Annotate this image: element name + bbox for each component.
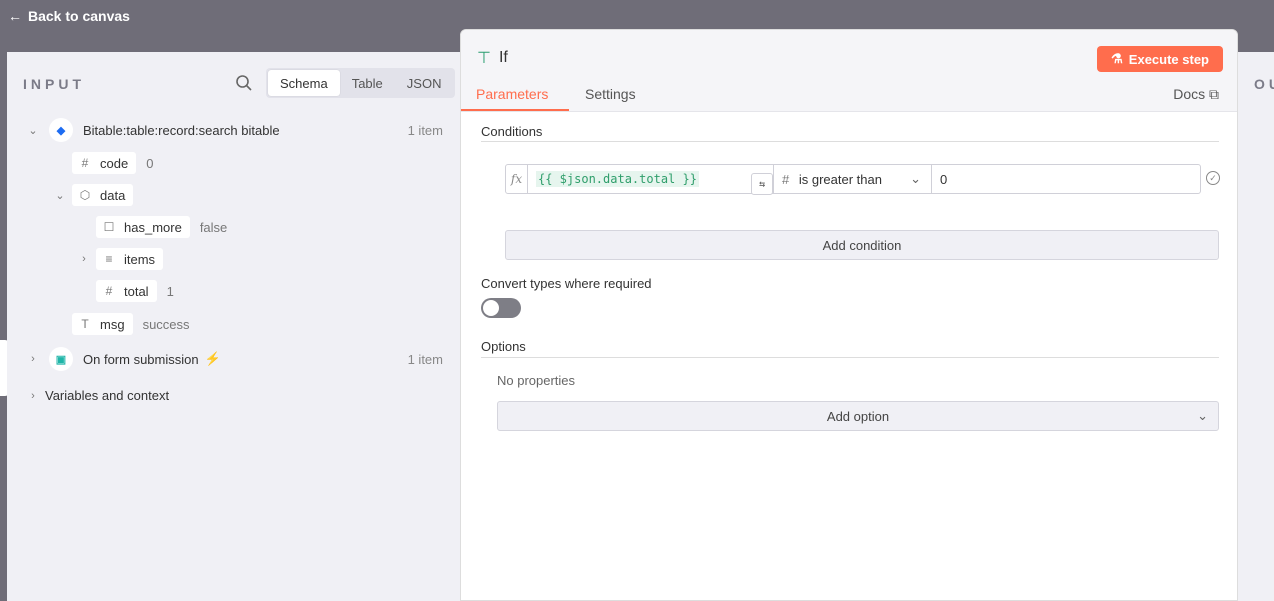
check-circle-icon[interactable]: ✓ xyxy=(1206,171,1220,185)
view-tab-json[interactable]: JSON xyxy=(395,70,454,96)
field-pill[interactable]: # code xyxy=(72,152,137,174)
number-type-icon: # xyxy=(81,156,89,170)
options-label: Options xyxy=(481,339,526,354)
arrow-left-icon: ← xyxy=(8,8,22,24)
operator-label: is greater than xyxy=(798,171,882,187)
field-value: false xyxy=(199,219,228,235)
object-type-icon: ⬡ xyxy=(79,188,91,202)
expression-text: {{ $json.data.total }} xyxy=(536,171,699,187)
conditions-label: Conditions xyxy=(481,124,543,139)
field-pill[interactable]: ≡ items xyxy=(96,248,164,270)
docs-label: Docs xyxy=(1173,86,1206,102)
input-header: INPUT Schema Table JSON xyxy=(7,52,460,112)
chevron-right-icon[interactable]: › xyxy=(27,353,39,365)
back-label: Back to canvas xyxy=(28,8,130,24)
item-count: 1 item xyxy=(407,122,443,138)
left-value-input[interactable]: {{ $json.data.total }} ⇆ xyxy=(528,165,774,195)
input-title: INPUT xyxy=(23,76,85,92)
tree-node-form-submission[interactable]: › ▣ On form submission ⚡ 1 item xyxy=(27,347,443,371)
tree-field-total[interactable]: # total 1 xyxy=(96,280,174,302)
string-type-icon: T xyxy=(81,317,89,331)
bitable-node-icon: ◆ xyxy=(49,118,73,142)
node-title-text: If xyxy=(498,49,508,66)
add-option-dropdown[interactable]: Add option ⌄ xyxy=(497,401,1219,431)
signpost-icon: ⊤ xyxy=(477,50,491,67)
node-label: On form submission xyxy=(83,351,199,367)
form-node-icon: ▣ xyxy=(49,347,73,371)
execute-step-button[interactable]: ⚗ Execute step xyxy=(1097,46,1223,72)
tab-settings[interactable]: Settings xyxy=(585,86,636,102)
node-settings-panel: ⊤ If ⚗ Execute step Parameters Settings … xyxy=(460,29,1238,601)
active-tab-indicator xyxy=(461,109,569,111)
field-pill[interactable]: # total xyxy=(96,280,157,302)
field-pill[interactable]: T msg xyxy=(72,313,133,335)
chevron-down-icon: ⌄ xyxy=(1197,408,1208,423)
add-condition-button[interactable]: Add condition xyxy=(505,230,1219,260)
array-type-icon: ≡ xyxy=(105,252,113,266)
field-value: success xyxy=(142,316,190,332)
field-key: data xyxy=(100,187,126,203)
chevron-down-icon[interactable]: ⌄ xyxy=(54,189,66,202)
chevron-right-icon[interactable]: › xyxy=(27,390,39,402)
execute-label: Execute step xyxy=(1128,51,1209,67)
chevron-right-icon[interactable]: › xyxy=(78,253,90,265)
back-to-canvas-link[interactable]: ← Back to canvas xyxy=(8,8,130,24)
chevron-down-icon: ⌄ xyxy=(910,171,921,186)
search-icon[interactable] xyxy=(235,74,253,92)
number-type-icon: # xyxy=(782,171,790,187)
number-type-icon: # xyxy=(105,284,113,298)
chevron-down-icon[interactable]: ⌄ xyxy=(27,124,39,137)
tree-field-data[interactable]: ⌄ ⬡ data xyxy=(54,184,134,206)
expression-fx-icon: fx xyxy=(506,165,528,193)
toggle-knob xyxy=(483,300,499,316)
tree-variables-context[interactable]: › Variables and context xyxy=(27,388,169,403)
tree-field-msg[interactable]: T msg success xyxy=(72,313,190,335)
swap-icon[interactable]: ⇆ xyxy=(751,173,773,195)
convert-types-toggle[interactable] xyxy=(481,298,521,318)
node-title: ⊤ If xyxy=(477,48,508,68)
field-key: code xyxy=(100,155,129,171)
field-key: items xyxy=(124,251,156,267)
external-link-icon: ⧉ xyxy=(1209,86,1219,102)
field-key: msg xyxy=(100,316,125,332)
output-panel: OU xyxy=(1238,52,1274,601)
view-switcher: Schema Table JSON xyxy=(266,68,456,98)
trigger-bolt-icon: ⚡ xyxy=(204,351,221,366)
divider xyxy=(481,141,1219,142)
add-option-label: Add option xyxy=(826,408,890,424)
convert-types-label: Convert types where required xyxy=(481,276,652,291)
docs-link[interactable]: Docs ⧉ xyxy=(1173,86,1219,103)
node-label: Variables and context xyxy=(45,388,170,403)
node-header: ⊤ If ⚗ Execute step Parameters Settings … xyxy=(461,30,1237,112)
view-tab-table[interactable]: Table xyxy=(340,70,395,96)
tree-field-has-more[interactable]: ☐ has_more false xyxy=(96,216,227,238)
no-properties-text: No properties xyxy=(497,373,576,388)
boolean-type-icon: ☐ xyxy=(103,220,115,234)
field-key: total xyxy=(124,283,149,299)
tree-field-items[interactable]: › ≡ items xyxy=(78,248,164,270)
field-pill[interactable]: ☐ has_more xyxy=(96,216,190,238)
field-key: has_more xyxy=(124,219,182,235)
field-value: 0 xyxy=(146,155,154,171)
view-tab-schema[interactable]: Schema xyxy=(268,70,340,96)
condition-row: fx {{ $json.data.total }} ⇆ # is greater… xyxy=(505,164,1201,195)
field-value: 1 xyxy=(166,283,174,299)
tree-node-bitable[interactable]: ⌄ ◆ Bitable:table:record:search bitable … xyxy=(27,118,443,142)
field-pill[interactable]: ⬡ data xyxy=(72,184,134,206)
item-count: 1 item xyxy=(407,351,443,367)
input-panel: INPUT Schema Table JSON ⌄ ◆ Bitable:tabl… xyxy=(7,52,460,601)
tab-parameters[interactable]: Parameters xyxy=(476,86,548,102)
operator-select[interactable]: # is greater than ⌄ xyxy=(774,165,932,193)
tree-field-code[interactable]: # code 0 xyxy=(72,152,153,174)
right-value-input[interactable]: 0 xyxy=(932,165,1200,193)
divider xyxy=(481,357,1219,358)
node-label: Bitable:table:record:search bitable xyxy=(83,122,280,138)
flask-icon: ⚗ xyxy=(1111,51,1123,66)
output-title: OU xyxy=(1254,76,1274,92)
